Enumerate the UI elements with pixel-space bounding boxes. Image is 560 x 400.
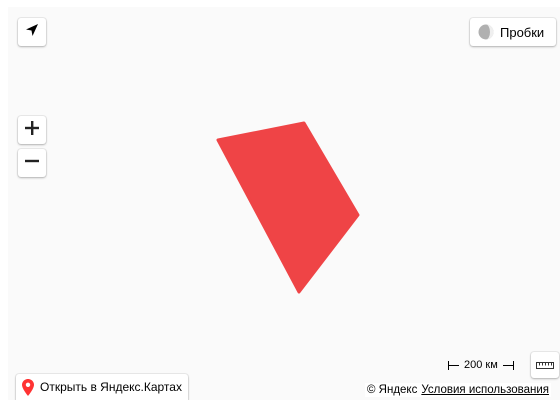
map-pin-icon xyxy=(22,378,34,396)
open-in-yandex-maps-label: Открыть в Яндекс.Картах xyxy=(40,380,182,394)
region-polygon[interactable] xyxy=(216,121,360,294)
scale-line xyxy=(449,364,459,366)
geolocation-button[interactable] xyxy=(18,18,46,46)
traffic-button[interactable]: Пробки xyxy=(470,18,556,46)
map-scale: 200 км xyxy=(448,358,514,372)
region-polygon-layer xyxy=(216,121,360,294)
minus-icon xyxy=(25,154,39,173)
scale-label: 200 км xyxy=(464,359,498,371)
plus-icon xyxy=(25,120,39,140)
scale-line xyxy=(502,364,513,366)
open-in-yandex-maps-button[interactable]: Открыть в Яндекс.Картах xyxy=(16,374,188,400)
traffic-label: Пробки xyxy=(500,24,545,40)
navigation-arrow-icon xyxy=(24,22,40,43)
ruler-button[interactable] xyxy=(531,352,559,378)
map-copyright: © Яндекс Условия использования xyxy=(365,383,551,397)
zoom-in-button[interactable] xyxy=(18,116,46,144)
ruler-icon xyxy=(536,356,554,374)
terms-of-use-link[interactable]: Условия использования xyxy=(421,384,549,396)
zoom-out-button[interactable] xyxy=(18,149,46,177)
map-canvas[interactable]: Пробки 200 км Открыть в Яндекс.Картах © … xyxy=(0,0,560,400)
copyright-brand: © Яндекс xyxy=(367,384,418,396)
traffic-light-icon xyxy=(478,24,494,40)
scale-tick xyxy=(512,360,514,370)
